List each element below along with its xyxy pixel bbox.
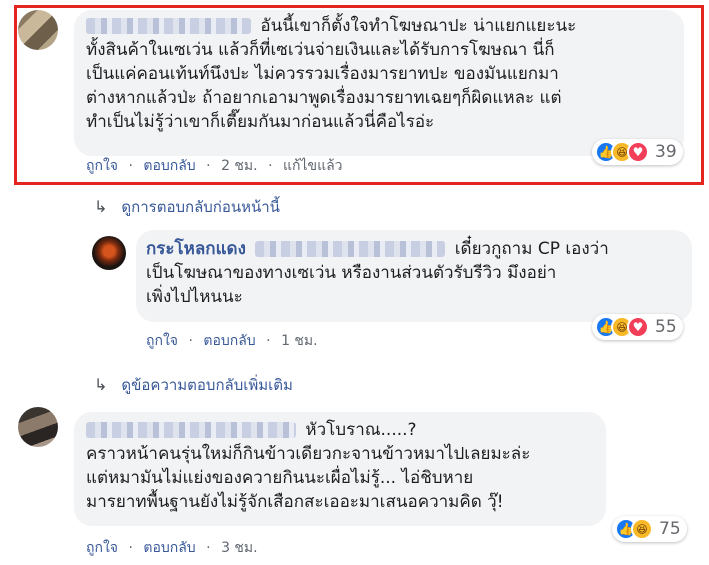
avatar[interactable] <box>92 236 126 270</box>
blurred-name[interactable] <box>255 241 446 257</box>
love-icon: ♥ <box>627 316 649 338</box>
separator: · <box>266 333 271 349</box>
reaction-count: 55 <box>655 317 677 337</box>
timestamp[interactable]: 1 ชม. <box>281 333 318 349</box>
comment-actions: ถูกใจ · ตอบกลับ · 3 ชม. <box>86 537 258 559</box>
reply-arrow-icon: ↳ <box>94 375 108 394</box>
reply-arrow-icon: ↳ <box>94 197 108 216</box>
comment-text-line: เพิ่งไปไหนนะ <box>146 287 243 307</box>
highlight-box <box>14 5 704 185</box>
commenter-name[interactable]: กระโหลกแดง <box>146 239 246 259</box>
comment-actions: ถูกใจ · ตอบกลับ · 1 ชม. <box>146 330 318 352</box>
comment-text: หัวโบราณ.....? คราวหน้าคนรุ่นใหม่ก็กินข้… <box>86 418 606 514</box>
comment-text-line: แต่หมามันไม่แย่งของควายกินนะเผื่อไม่รู้.… <box>86 468 474 488</box>
haha-icon: 😆 <box>631 518 653 540</box>
reply-link[interactable]: ตอบกลับ <box>143 540 195 556</box>
comment-text-line: คราวหน้าคนรุ่นใหม่ก็กินข้าวเดียวกะจานข้า… <box>86 444 531 464</box>
comment-line: กระโหลกแดง เดี๋ยวกูถาม CP เองว่า <box>146 237 686 261</box>
previous-replies-link[interactable]: ↳ ดูการตอบกลับก่อนหน้านี้ <box>94 195 280 219</box>
more-replies-label: ดูข้อความตอบกลับเพิ่มเติม <box>121 376 293 394</box>
comment-text-line: หัวโบราณ.....? <box>305 420 417 440</box>
reaction-summary[interactable]: 👍 😆 75 <box>612 516 687 542</box>
avatar[interactable] <box>18 407 58 447</box>
like-link[interactable]: ถูกใจ <box>146 333 178 349</box>
blurred-name[interactable] <box>86 422 296 438</box>
previous-replies-label: ดูการตอบกลับก่อนหน้านี้ <box>121 198 280 216</box>
comment-text-line: เดี๋ยวกูถาม CP เองว่า <box>454 239 609 259</box>
reply-link[interactable]: ตอบกลับ <box>203 333 255 349</box>
separator: · <box>188 333 193 349</box>
like-link[interactable]: ถูกใจ <box>86 540 118 556</box>
comment-line: หัวโบราณ.....? <box>86 418 606 442</box>
separator: · <box>128 540 133 556</box>
separator: · <box>206 540 211 556</box>
comment-text-line: มารยาทพื้นฐานยังไม่รู้จักเสือกสะเออะมาเส… <box>86 492 504 512</box>
reaction-count: 75 <box>659 519 681 539</box>
more-replies-link[interactable]: ↳ ดูข้อความตอบกลับเพิ่มเติม <box>94 373 293 397</box>
comment-text: กระโหลกแดง เดี๋ยวกูถาม CP เองว่า เป็นโฆษ… <box>146 237 686 309</box>
reaction-summary[interactable]: 👍 😆 ♥ 55 <box>592 314 683 340</box>
timestamp[interactable]: 3 ชม. <box>221 540 258 556</box>
comment-text-line: เป็นโฆษณาของทางเซเว่น หรืองานส่วนตัวรับร… <box>146 263 557 283</box>
